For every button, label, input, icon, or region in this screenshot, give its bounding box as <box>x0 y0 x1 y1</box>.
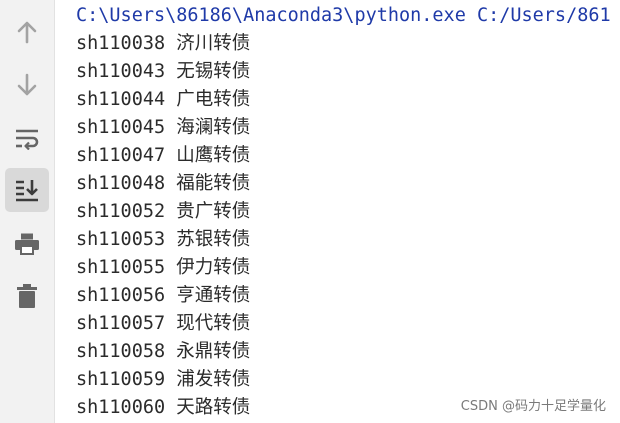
output-line: sh110059 浦发转债 <box>76 369 251 390</box>
output-line: sh110052 贵广转债 <box>76 201 251 222</box>
output-line: sh110053 苏银转债 <box>76 229 251 250</box>
output-line: sh110044 广电转债 <box>76 89 251 110</box>
console-toolbar <box>0 0 55 423</box>
output-line: sh110048 福能转债 <box>76 173 251 194</box>
up-button[interactable] <box>5 10 49 54</box>
output-line: sh110055 伊力转债 <box>76 257 251 278</box>
output-line: sh110038 济川转债 <box>76 33 251 54</box>
trash-icon <box>17 284 37 308</box>
print-button[interactable] <box>5 222 49 266</box>
command-line: C:\Users\86186\Anaconda3\python.exe C:/U… <box>76 5 611 26</box>
console-output[interactable]: C:\Users\86186\Anaconda3\python.exe C:/U… <box>56 0 620 423</box>
scroll-to-end-icon <box>16 180 38 202</box>
arrow-down-icon <box>17 73 37 96</box>
output-line: sh110058 永鼎转债 <box>76 341 251 362</box>
soft-wrap-icon <box>16 129 39 150</box>
output-line: sh110047 山鹰转债 <box>76 145 251 166</box>
output-line: sh110060 天路转债 <box>76 397 251 418</box>
scroll-to-end-button[interactable] <box>5 168 49 212</box>
output-line: sh110056 亨通转债 <box>76 285 251 306</box>
clear-button[interactable] <box>5 274 49 318</box>
output-line: sh110057 现代转债 <box>76 313 251 334</box>
csdn-watermark: CSDN @码力十足学量化 <box>460 399 606 414</box>
output-line: sh110045 海澜转债 <box>76 117 251 138</box>
arrow-up-icon <box>17 21 37 44</box>
soft-wrap-button[interactable] <box>5 116 49 160</box>
down-button[interactable] <box>5 63 49 107</box>
output-line: sh110043 无锡转债 <box>76 61 251 82</box>
print-icon <box>15 233 39 255</box>
